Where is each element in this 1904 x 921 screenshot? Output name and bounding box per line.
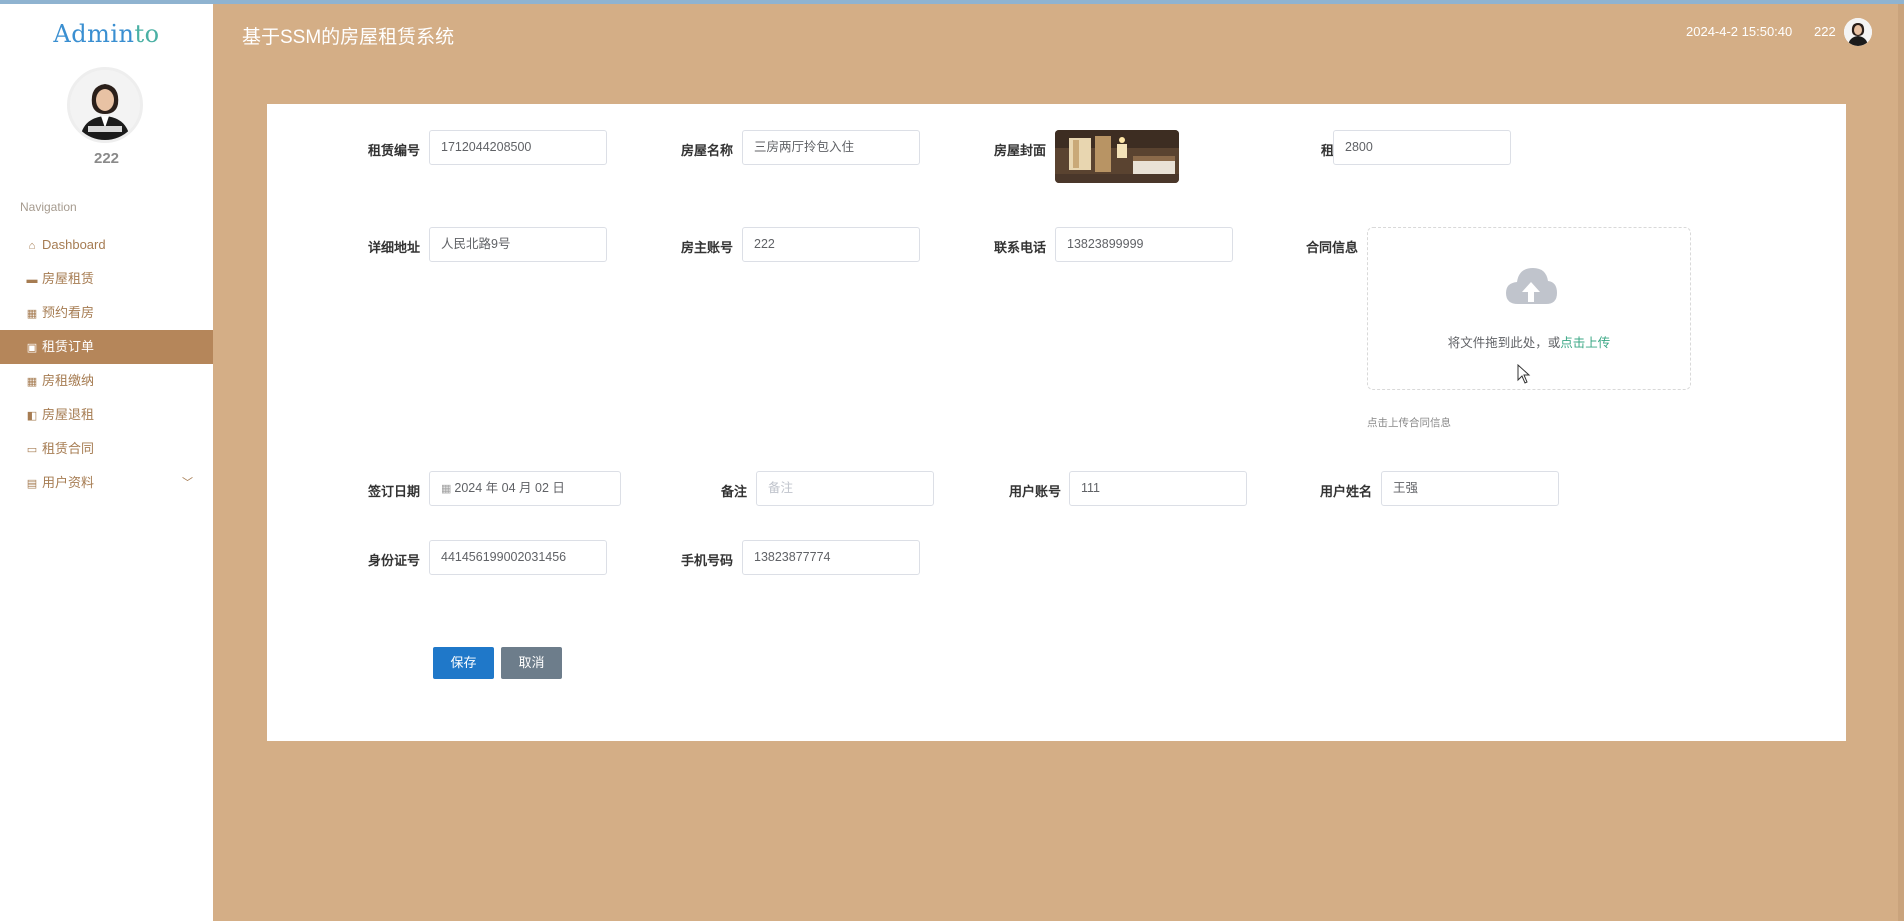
sidebar-item-user-profile[interactable]: ▤ 用户资料 ﹀: [0, 466, 213, 500]
save-button[interactable]: 保存: [433, 647, 494, 679]
rental-no-input[interactable]: 1712044208500: [429, 130, 607, 165]
mobile-label: 手机号码: [680, 553, 733, 568]
contact-phone-input[interactable]: 13823899999: [1055, 227, 1233, 262]
ticket-icon: ▬: [26, 274, 38, 286]
owner-account-input[interactable]: 222: [742, 227, 920, 262]
header-avatar[interactable]: [1844, 18, 1872, 46]
sign-date-picker[interactable]: ▦ 2024 年 04 月 02 日: [429, 471, 621, 506]
rental-order-form: 租赁编号 1712044208500 房屋名称 三房两厅拎包入住 房屋封面 租金…: [267, 104, 1846, 741]
remark-label: 备注: [720, 484, 747, 499]
contact-phone-label: 联系电话: [993, 240, 1046, 255]
sidebar-item-rental-orders[interactable]: ▣ 租赁订单: [0, 330, 213, 364]
header-username[interactable]: 222: [1814, 24, 1836, 39]
sidebar-item-rental-contract[interactable]: ▭ 租赁合同: [0, 432, 213, 466]
owner-account-label: 房主账号: [680, 240, 733, 255]
mobile-input[interactable]: 13823877774: [742, 540, 920, 575]
home-icon: ⌂: [28, 240, 36, 252]
house-cover-label: 房屋封面: [993, 143, 1046, 158]
page-title: 基于SSM的房屋租赁系统: [242, 27, 455, 48]
click-upload-link[interactable]: 点击上传: [1560, 336, 1610, 350]
comment-icon: ▭: [26, 444, 38, 456]
sidebar-item-dashboard[interactable]: ⌂ Dashboard: [0, 228, 213, 262]
chevron-down-icon: ﹀: [182, 477, 193, 489]
user-account-label: 用户账号: [1008, 484, 1061, 499]
user-name-input[interactable]: 王强: [1381, 471, 1559, 506]
nav-section-title: Navigation: [20, 200, 77, 214]
upload-tip: 点击上传合同信息: [1367, 417, 1451, 429]
cloud-upload-icon: [1506, 268, 1557, 304]
sidebar-item-viewing-appointment[interactable]: ▦ 预约看房: [0, 296, 213, 330]
remark-input[interactable]: 备注: [756, 471, 934, 506]
sidebar-item-rent-payment[interactable]: ▦ 房租缴纳: [0, 364, 213, 398]
clipboard-icon: ▣: [26, 342, 38, 354]
house-name-label: 房屋名称: [680, 143, 733, 158]
user-name-label: 用户姓名: [1319, 484, 1372, 499]
mouse-cursor-icon: [1517, 364, 1531, 384]
sidebar-nav: ⌂ Dashboard ▬ 房屋租赁 ▦ 预约看房 ▣ 租赁订单 ▦ 房租缴纳 ◧ 房屋退租…: [0, 228, 213, 500]
upload-instruction: 将文件拖到此处，或点击上传: [1447, 336, 1611, 350]
house-cover-image[interactable]: [1055, 130, 1179, 183]
sidebar: Adminto 222 Navigation ⌂ Dashboard ▬ 房屋租赁 …: [0, 4, 213, 921]
house-name-input[interactable]: 三房两厅拎包入住: [742, 130, 920, 165]
id-card-input[interactable]: 441456199002031456: [429, 540, 607, 575]
card-icon: ▤: [26, 478, 38, 490]
wallet-icon: ◧: [26, 410, 38, 422]
contract-label: 合同信息: [1305, 240, 1358, 255]
address-input[interactable]: 人民北路9号: [429, 227, 607, 262]
sidebar-item-move-out[interactable]: ◧ 房屋退租: [0, 398, 213, 432]
top-accent-line: [0, 0, 1904, 4]
rent-input[interactable]: 2800: [1333, 130, 1511, 165]
user-account-input[interactable]: 111: [1069, 471, 1247, 506]
grid-icon: ▦: [26, 376, 38, 388]
header-datetime: 2024-4-2 15:50:40: [1686, 24, 1793, 39]
sidebar-item-house-rental[interactable]: ▬ 房屋租赁: [0, 262, 213, 296]
sign-date-label: 签订日期: [367, 484, 420, 499]
page-scrollbar[interactable]: [1898, 4, 1904, 921]
rental-no-label: 租赁编号: [367, 143, 420, 158]
calendar-icon: ▦: [441, 483, 452, 495]
sidebar-username: 222: [93, 150, 120, 167]
address-label: 详细地址: [367, 240, 420, 255]
cancel-button[interactable]: 取消: [501, 647, 562, 679]
id-card-label: 身份证号: [367, 553, 420, 568]
logo[interactable]: Adminto: [0, 20, 213, 48]
grid-icon: ▦: [26, 308, 38, 320]
user-avatar[interactable]: [67, 67, 143, 143]
